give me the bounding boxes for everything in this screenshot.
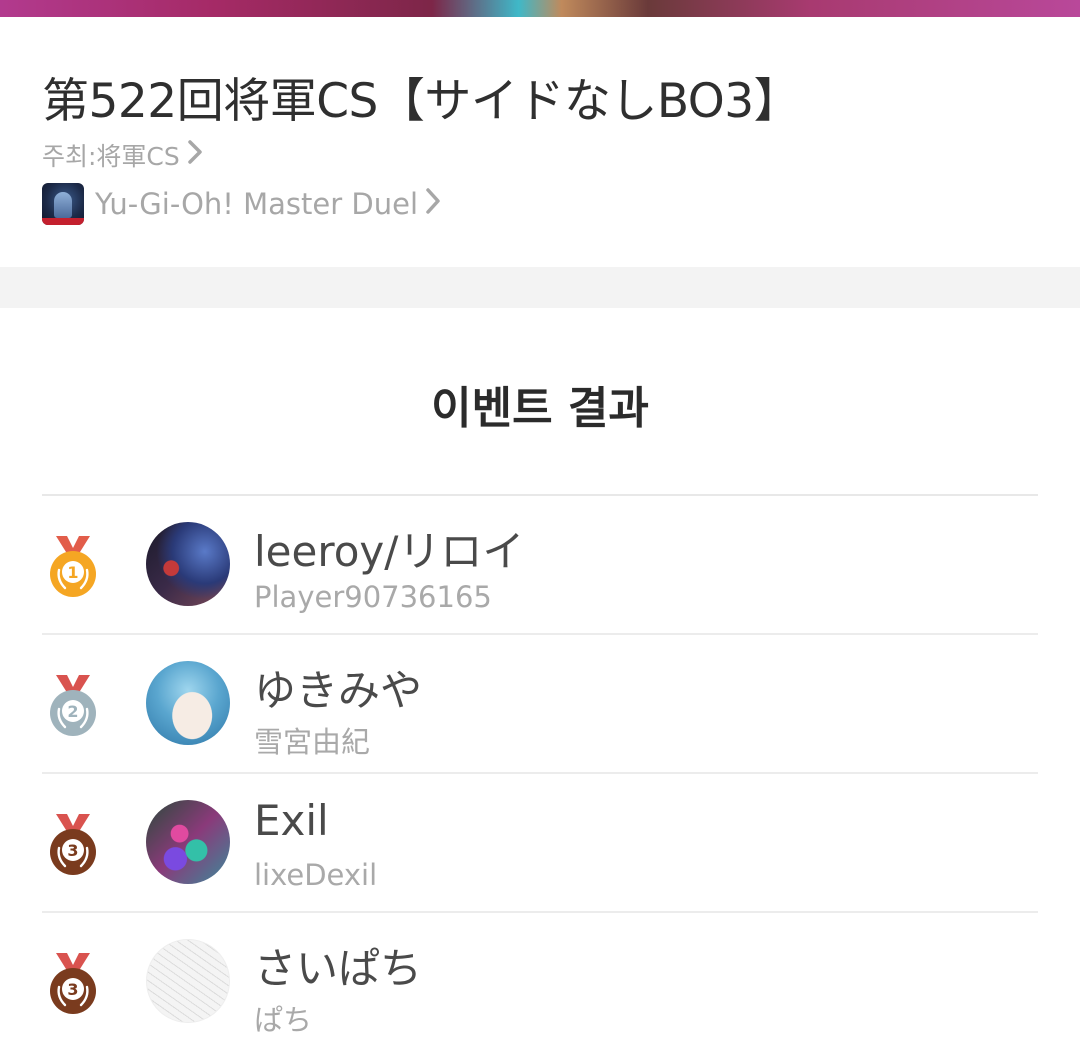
result-row[interactable]: 3 Exil lixeDexil: [42, 774, 1038, 913]
section-divider: [0, 267, 1080, 308]
medal-icon: 1: [50, 536, 96, 597]
chevron-right-icon: [424, 187, 442, 222]
event-banner-image: [0, 0, 1080, 17]
avatar[interactable]: [146, 800, 230, 884]
medal-rank: 2: [67, 702, 78, 721]
player-id: 雪宮由紀: [254, 725, 371, 759]
player-id: lixeDexil: [254, 858, 378, 892]
results-heading: 이벤트 결과: [431, 383, 649, 434]
game-name: Yu-Gi-Oh! Master Duel: [95, 187, 419, 221]
avatar[interactable]: [146, 522, 230, 606]
medal-rank: 3: [67, 841, 78, 860]
player-id: ぱち: [254, 1003, 313, 1037]
medal-rank: 3: [67, 980, 78, 999]
player-name: leeroy/リロイ: [254, 527, 525, 576]
results-list: 1 leeroy/リロイ Player90736165 2 ゆきみや 雪宮由紀 …: [42, 494, 1038, 1050]
event-title: 第522回将軍CS【サイドなしBO3】: [42, 74, 801, 129]
host-label: 주최:将軍CS: [42, 142, 180, 171]
player-name: ゆきみや: [254, 666, 423, 715]
result-row[interactable]: 2 ゆきみや 雪宮由紀: [42, 635, 1038, 774]
host-link[interactable]: 주최:将軍CS: [42, 137, 204, 173]
player-name: さいぱち: [254, 944, 423, 993]
avatar[interactable]: [146, 661, 230, 745]
medal-icon: 3: [50, 814, 96, 875]
result-row[interactable]: 1 leeroy/リロイ Player90736165: [42, 496, 1038, 635]
result-row[interactable]: 3 さいぱち ぱち: [42, 913, 1038, 1050]
avatar[interactable]: [146, 939, 230, 1023]
chevron-right-icon: [186, 139, 204, 171]
medal-icon: 2: [50, 675, 96, 736]
game-app-icon: [42, 183, 84, 225]
player-id: Player90736165: [254, 580, 492, 614]
event-header: 第522回将軍CS【サイドなしBO3】 주최:将軍CS Yu-Gi-Oh! Ma…: [0, 17, 1080, 267]
player-name: Exil: [254, 796, 329, 845]
medal-rank: 1: [67, 563, 78, 582]
game-link[interactable]: Yu-Gi-Oh! Master Duel: [42, 183, 442, 225]
medal-icon: 3: [50, 953, 96, 1014]
